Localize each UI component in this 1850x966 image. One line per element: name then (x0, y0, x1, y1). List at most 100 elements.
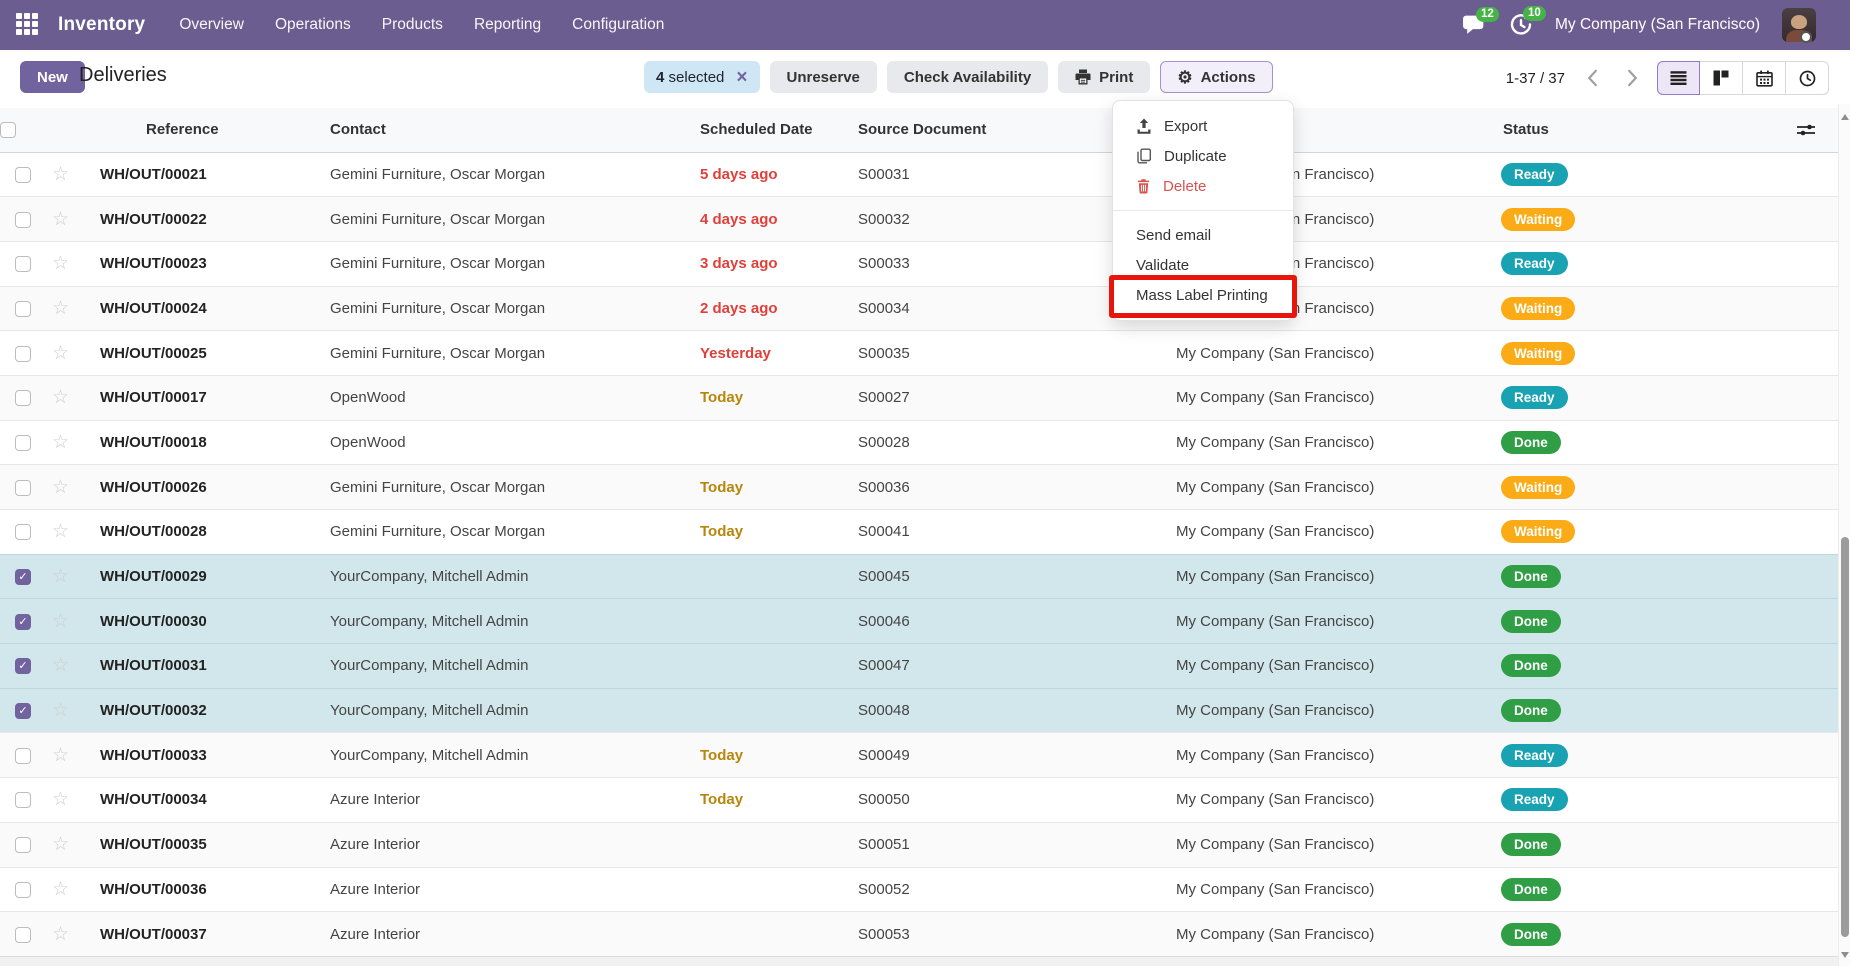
table-row[interactable]: ✓☆WH/OUT/00029YourCompany, Mitchell Admi… (0, 554, 1838, 599)
row-checkbox[interactable] (15, 480, 31, 496)
row-scheduled-date (694, 688, 852, 733)
favorite-star-icon[interactable]: ☆ (52, 432, 69, 453)
menu-configuration[interactable]: Configuration (572, 16, 664, 34)
favorite-star-icon[interactable]: ☆ (52, 164, 69, 185)
row-checkbox[interactable] (15, 167, 31, 183)
favorite-star-icon[interactable]: ☆ (52, 343, 69, 364)
messages-button[interactable]: 12 (1462, 14, 1487, 37)
menu-operations[interactable]: Operations (275, 16, 351, 34)
favorite-star-icon[interactable]: ☆ (52, 253, 69, 274)
new-button[interactable]: New (20, 61, 85, 93)
kanban-view-button[interactable] (1700, 61, 1743, 95)
list-view-button[interactable] (1657, 61, 1700, 95)
header-contact[interactable]: Contact (324, 108, 694, 152)
table-row[interactable]: ☆WH/OUT/00025Gemini Furniture, Oscar Mor… (0, 331, 1838, 376)
menu-products[interactable]: Products (382, 16, 443, 34)
row-checkbox[interactable] (15, 301, 31, 317)
row-checkbox-cell (0, 912, 46, 957)
table-row[interactable]: ☆WH/OUT/00036Azure InteriorS00052My Comp… (0, 867, 1838, 912)
header-reference[interactable]: Reference (94, 108, 324, 152)
row-checkbox[interactable] (15, 390, 31, 406)
table-row[interactable]: ☆WH/OUT/00035Azure InteriorS00051My Comp… (0, 822, 1838, 867)
table-row[interactable]: ☆WH/OUT/00024Gemini Furniture, Oscar Mor… (0, 286, 1838, 331)
row-checkbox[interactable] (15, 524, 31, 540)
scroll-up-icon[interactable] (1841, 114, 1849, 120)
menu-overview[interactable]: Overview (179, 16, 244, 34)
favorite-star-icon[interactable]: ☆ (52, 566, 69, 587)
row-checkbox[interactable] (15, 346, 31, 362)
menu-reporting[interactable]: Reporting (474, 16, 541, 34)
menu-item-send-email[interactable]: Send email (1113, 220, 1293, 250)
activity-view-button[interactable] (1786, 61, 1829, 95)
favorite-star-icon[interactable]: ☆ (52, 700, 69, 721)
favorite-star-icon[interactable]: ☆ (52, 745, 69, 766)
row-star-cell: ☆ (46, 599, 94, 644)
favorite-star-icon[interactable]: ☆ (52, 387, 69, 408)
table-row[interactable]: ✓☆WH/OUT/00031YourCompany, Mitchell Admi… (0, 644, 1838, 689)
actions-button[interactable]: ⚙ Actions (1160, 61, 1272, 93)
favorite-star-icon[interactable]: ☆ (52, 298, 69, 319)
favorite-star-icon[interactable]: ☆ (52, 834, 69, 855)
favorite-star-icon[interactable]: ☆ (52, 477, 69, 498)
scroll-down-icon[interactable] (1841, 952, 1849, 958)
favorite-star-icon[interactable]: ☆ (52, 879, 69, 900)
row-checkbox[interactable] (15, 792, 31, 808)
status-badge: Done (1501, 878, 1561, 901)
status-badge: Waiting (1501, 208, 1575, 231)
pager-previous-icon[interactable] (1579, 62, 1605, 94)
unreserve-button[interactable]: Unreserve (770, 61, 877, 93)
table-row[interactable]: ☆WH/OUT/00037Azure InteriorS00053My Comp… (0, 912, 1838, 957)
table-header-row: Reference Contact Scheduled Date Source … (0, 108, 1838, 152)
table-row[interactable]: ✓☆WH/OUT/00032YourCompany, Mitchell Admi… (0, 688, 1838, 733)
row-checkbox[interactable]: ✓ (15, 658, 31, 674)
apps-grid-icon[interactable] (16, 13, 40, 37)
favorite-star-icon[interactable]: ☆ (52, 655, 69, 676)
header-status[interactable]: Status (1495, 108, 1790, 152)
app-brand-inventory[interactable]: Inventory (58, 14, 145, 36)
table-row[interactable]: ☆WH/OUT/00034Azure InteriorTodayS00050My… (0, 778, 1838, 823)
activities-button[interactable]: 10 (1509, 13, 1533, 37)
clear-selection-icon[interactable]: × (736, 68, 747, 87)
favorite-star-icon[interactable]: ☆ (52, 209, 69, 230)
row-checkbox[interactable] (15, 837, 31, 853)
table-row[interactable]: ☆WH/OUT/00017OpenWoodTodayS00027My Compa… (0, 375, 1838, 420)
company-switcher[interactable]: My Company (San Francisco) (1555, 16, 1760, 34)
vertical-scrollbar[interactable] (1838, 104, 1850, 966)
row-checkbox[interactable]: ✓ (15, 703, 31, 719)
menu-item-delete[interactable]: Delete (1113, 171, 1293, 201)
row-checkbox-cell (0, 420, 46, 465)
favorite-star-icon[interactable]: ☆ (52, 521, 69, 542)
row-checkbox[interactable] (15, 882, 31, 898)
table-row[interactable]: ☆WH/OUT/00018OpenWoodS00028My Company (S… (0, 420, 1838, 465)
check-availability-button[interactable]: Check Availability (887, 61, 1048, 93)
menu-item-duplicate[interactable]: Duplicate (1113, 141, 1293, 171)
menu-item-validate[interactable]: Validate (1113, 250, 1293, 280)
pager-next-icon[interactable] (1619, 62, 1645, 94)
table-row[interactable]: ✓☆WH/OUT/00030YourCompany, Mitchell Admi… (0, 599, 1838, 644)
row-checkbox[interactable] (15, 212, 31, 228)
favorite-star-icon[interactable]: ☆ (52, 611, 69, 632)
calendar-view-button[interactable] (1743, 61, 1786, 95)
table-row[interactable]: ☆WH/OUT/00033YourCompany, Mitchell Admin… (0, 733, 1838, 778)
table-row[interactable]: ☆WH/OUT/00026Gemini Furniture, Oscar Mor… (0, 465, 1838, 510)
scrollbar-thumb[interactable] (1841, 537, 1849, 937)
table-row[interactable]: ☆WH/OUT/00021Gemini Furniture, Oscar Mor… (0, 152, 1838, 197)
row-checkbox[interactable]: ✓ (15, 614, 31, 630)
select-all-checkbox[interactable] (0, 122, 16, 138)
menu-item-export[interactable]: Export (1113, 111, 1293, 141)
table-row[interactable]: ☆WH/OUT/00023Gemini Furniture, Oscar Mor… (0, 241, 1838, 286)
table-row[interactable]: ☆WH/OUT/00028Gemini Furniture, Oscar Mor… (0, 510, 1838, 555)
row-contact: Gemini Furniture, Oscar Morgan (324, 152, 694, 197)
row-checkbox[interactable]: ✓ (15, 569, 31, 585)
table-row[interactable]: ☆WH/OUT/00022Gemini Furniture, Oscar Mor… (0, 197, 1838, 242)
row-checkbox[interactable] (15, 927, 31, 943)
favorite-star-icon[interactable]: ☆ (52, 924, 69, 945)
row-checkbox[interactable] (15, 435, 31, 451)
adjust-columns-icon[interactable] (1796, 122, 1838, 138)
favorite-star-icon[interactable]: ☆ (52, 789, 69, 810)
print-button[interactable]: Print (1058, 61, 1150, 93)
menu-item-mass-label-printing[interactable]: Mass Label Printing (1113, 280, 1293, 310)
row-checkbox[interactable] (15, 748, 31, 764)
row-checkbox[interactable] (15, 256, 31, 272)
header-scheduled-date[interactable]: Scheduled Date (694, 108, 852, 152)
